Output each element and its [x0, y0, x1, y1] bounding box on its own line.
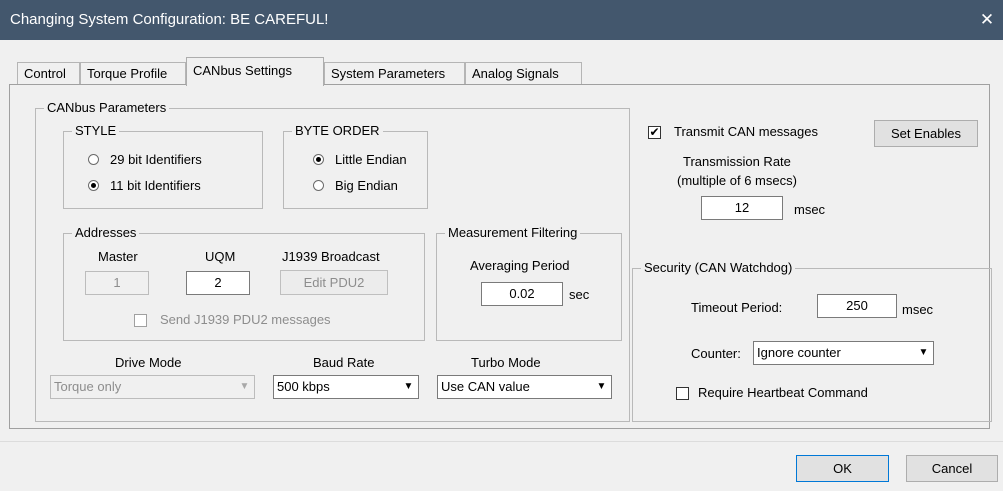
- ok-button[interactable]: OK: [796, 455, 889, 482]
- radio-29-bit-label: 29 bit Identifiers: [110, 152, 202, 167]
- turbo-mode-select[interactable]: Use CAN value ▼: [437, 375, 612, 399]
- baud-rate-value: 500 kbps: [277, 379, 330, 394]
- timeout-period-label: Timeout Period:: [691, 300, 783, 315]
- transmission-rate-hint: (multiple of 6 msecs): [677, 173, 797, 188]
- measurement-filtering-label: Measurement Filtering: [445, 225, 581, 240]
- send-pdu2-label: Send J1939 PDU2 messages: [160, 312, 331, 327]
- baud-rate-select[interactable]: 500 kbps ▼: [273, 375, 419, 399]
- counter-value: Ignore counter: [757, 345, 841, 360]
- radio-big-endian[interactable]: Big Endian: [313, 178, 423, 196]
- cancel-button[interactable]: Cancel: [906, 455, 998, 482]
- radio-big-endian-label: Big Endian: [335, 178, 398, 193]
- checkbox[interactable]: [676, 387, 689, 400]
- baud-rate-label: Baud Rate: [313, 355, 375, 370]
- timeout-period-field[interactable]: 250: [817, 294, 897, 318]
- turbo-mode-label: Turbo Mode: [471, 355, 541, 370]
- drive-mode-label: Drive Mode: [115, 355, 182, 370]
- turbo-mode-value: Use CAN value: [441, 379, 530, 394]
- heartbeat-label: Require Heartbeat Command: [698, 385, 868, 400]
- transmission-rate-label: Transmission Rate: [683, 154, 791, 169]
- averaging-period-label: Averaging Period: [470, 258, 570, 273]
- counter-select[interactable]: Ignore counter ▼: [753, 341, 934, 365]
- canbus-parameters-label: CANbus Parameters: [44, 100, 170, 115]
- chevron-down-icon[interactable]: ▼: [400, 377, 417, 396]
- j1939-broadcast-label: J1939 Broadcast: [282, 249, 380, 264]
- transmit-can-checkbox[interactable]: ✔ Transmit CAN messages: [648, 124, 848, 142]
- averaging-period-field[interactable]: 0.02: [481, 282, 563, 306]
- timeout-unit: msec: [902, 302, 934, 317]
- radio-button-selected[interactable]: [313, 154, 324, 165]
- checkbox[interactable]: [134, 314, 147, 327]
- send-pdu2-checkbox[interactable]: Send J1939 PDU2 messages: [134, 312, 374, 330]
- transmission-rate-unit: msec: [794, 202, 826, 217]
- addresses-label: Addresses: [72, 225, 140, 240]
- edit-pdu2-button[interactable]: Edit PDU2: [280, 270, 388, 295]
- check-icon[interactable]: ✔: [648, 126, 661, 139]
- radio-button[interactable]: [313, 180, 324, 191]
- radio-button[interactable]: [88, 154, 99, 165]
- drive-mode-select: Torque only ▼: [50, 375, 255, 399]
- style-label: STYLE: [72, 123, 120, 138]
- radio-little-endian[interactable]: Little Endian: [313, 152, 423, 170]
- footer-divider: [0, 441, 1003, 442]
- heartbeat-checkbox[interactable]: Require Heartbeat Command: [676, 385, 916, 403]
- byte-order-group: [283, 131, 428, 209]
- averaging-unit: sec: [569, 287, 590, 302]
- chevron-down-icon: ▼: [236, 377, 253, 396]
- radio-11-bit[interactable]: 11 bit Identifiers: [88, 178, 248, 196]
- security-label: Security (CAN Watchdog): [641, 260, 796, 275]
- set-enables-button[interactable]: Set Enables: [874, 120, 978, 147]
- counter-label: Counter:: [691, 346, 741, 361]
- uqm-field[interactable]: 2: [186, 271, 250, 295]
- master-label: Master: [98, 249, 138, 264]
- radio-little-endian-label: Little Endian: [335, 152, 407, 167]
- uqm-label: UQM: [205, 249, 236, 264]
- radio-11-bit-label: 11 bit Identifiers: [110, 178, 201, 193]
- style-group: [63, 131, 263, 209]
- transmit-can-label: Transmit CAN messages: [674, 124, 818, 139]
- radio-29-bit[interactable]: 29 bit Identifiers: [88, 152, 248, 170]
- chevron-down-icon[interactable]: ▼: [593, 377, 610, 396]
- byte-order-label: BYTE ORDER: [292, 123, 383, 138]
- radio-button-selected[interactable]: [88, 180, 99, 191]
- transmission-rate-field[interactable]: 12: [701, 196, 783, 220]
- chevron-down-icon[interactable]: ▼: [915, 343, 932, 362]
- drive-mode-value: Torque only: [54, 379, 122, 394]
- master-field: 1: [85, 271, 149, 295]
